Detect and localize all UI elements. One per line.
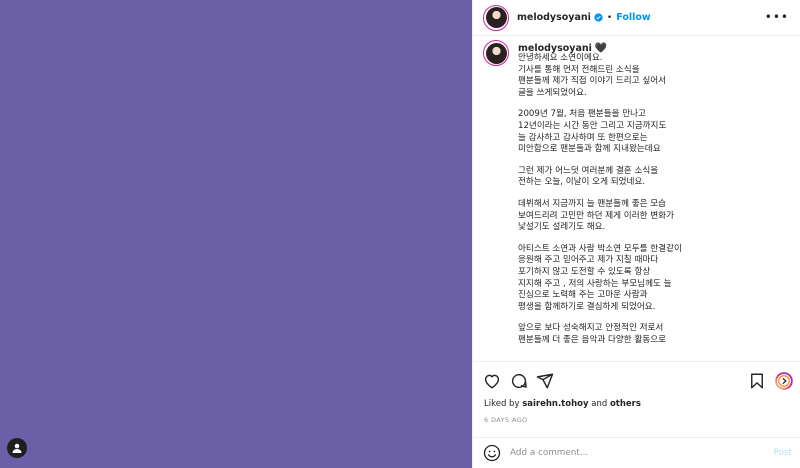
like-button[interactable]: [483, 372, 501, 390]
verified-badge-icon: [594, 13, 603, 22]
header-separator: •: [606, 12, 613, 23]
caption-line: 낯설기도 설레기도 해요.: [518, 222, 606, 233]
comment-bar: Post: [473, 437, 800, 468]
comment-icon: [511, 373, 527, 389]
caption-line: 늘 감사하고 감사하며 또 한편으로는: [518, 132, 648, 143]
liked-by-user[interactable]: sairehn.tohoy: [522, 399, 588, 409]
caption-paragraph: 앞으로 보다 성숙해지고 안정적인 저로서 팬분들께 더 좋은 음악과 다양한 …: [518, 323, 788, 346]
comment-input[interactable]: [510, 448, 750, 458]
caption-line: 팬분들께 제가 직접 이야기 드리고 싶어서: [518, 76, 667, 87]
caption-paragraph: 그런 제가 어느덧 여러분께 결혼 소식을 전하는 오늘, 이날이 오게 되었네…: [518, 166, 788, 189]
follow-button[interactable]: Follow: [616, 12, 650, 23]
post-timestamp[interactable]: 6 DAYS AGO: [484, 416, 528, 424]
caption-line: 포기하지 않고 도전할 수 있도록 항상: [518, 266, 651, 277]
caption-line: 12년이라는 시간 동안 그리고 지금까지도: [518, 120, 667, 131]
post-username[interactable]: melodysoyani: [517, 12, 591, 23]
likes-summary: Liked by sairehn.tohoy and others: [484, 399, 641, 409]
caption-line: 평생을 함께하기로 결심하게 되었어요.: [518, 301, 656, 312]
caption-avatar[interactable]: [483, 40, 509, 66]
caption-line: 기사를 통해 먼저 전해드린 소식을: [518, 64, 640, 75]
post-media[interactable]: [0, 0, 472, 468]
caption-line: 글을 쓰게되었어요.: [518, 87, 587, 98]
caption-section: melodysoyani 🖤 안녕하세요 소연이에요. 기사를 통해 먼저 전해드…: [473, 36, 800, 362]
caption-paragraph: 데뷔해서 지금까지 늘 팬분들께 좋은 모습 보여드리려 고민만 하던 제게 이…: [518, 199, 788, 234]
post-side-panel: melodysoyani • Follow ••• melodysoyani 🖤 …: [472, 0, 800, 468]
user-icon: [12, 443, 22, 453]
share-button[interactable]: [536, 372, 554, 390]
tagged-users-button[interactable]: [7, 438, 27, 458]
more-options-icon[interactable]: •••: [765, 11, 789, 23]
caption-line: 응원해 주고 믿어주고 제가 지칠 때마다: [518, 255, 659, 266]
likes-others-link[interactable]: others: [610, 399, 641, 409]
caption-line: 전하는 오늘, 이날이 오게 되었네요.: [518, 177, 646, 188]
share-icon: [536, 373, 554, 389]
heart-icon: [484, 374, 500, 389]
emoji-icon[interactable]: [483, 444, 501, 462]
caption-line: 아티스트 소연과 사람 박소연 모두를 한결같이: [518, 243, 682, 254]
save-button[interactable]: [748, 372, 766, 390]
comment-button[interactable]: [510, 372, 528, 390]
caption-line: 2009년 7월, 처음 팬분들을 만나고: [518, 109, 646, 120]
caption-line: 그런 제가 어느덧 여러분께 결혼 소식을: [518, 165, 659, 176]
caption-paragraph: 아티스트 소연과 사람 박소연 모두를 한결같이 응원해 주고 믿어주고 제가 …: [518, 244, 788, 314]
bookmark-icon: [751, 373, 763, 389]
caption-line: 지지해 주고 , 저의 사랑하는 부모님께도 늘: [518, 278, 672, 289]
caption-line: 미안함으로 팬분들과 함께 지내왔는데요: [518, 144, 661, 155]
caption-line: 보여드리려 고민만 하던 제게 이러한 변화가: [518, 210, 674, 221]
story-ring-icon: [775, 372, 793, 390]
caption-text: 안녕하세요 소연이에요. 기사를 통해 먼저 전해드린 소식을 팬분들께 제가 …: [518, 53, 788, 356]
likes-prefix: Liked by: [484, 399, 520, 409]
caption-paragraph: 2009년 7월, 처음 팬분들을 만나고 12년이라는 시간 동안 그리고 지…: [518, 109, 788, 155]
post-comment-button[interactable]: Post: [774, 448, 792, 458]
caption-line: 팬분들께 더 좋은 음악과 다양한 활동으로: [518, 334, 667, 345]
caption-line: 진심으로 노력해 주는 고마운 사람과: [518, 290, 648, 301]
post-actions: [473, 364, 800, 398]
caption-line: 데뷔해서 지금까지 늘 팬분들께 좋은 모습: [518, 198, 667, 209]
likes-conjunction: and: [591, 399, 608, 409]
post-header: melodysoyani • Follow •••: [473, 0, 800, 36]
caption-line: 앞으로 보다 성숙해지고 안정적인 저로서: [518, 323, 664, 334]
story-button[interactable]: [775, 372, 793, 390]
caption-line: 안녕하세요 소연이에요.: [518, 53, 603, 63]
avatar[interactable]: [483, 4, 509, 31]
caption-paragraph: 안녕하세요 소연이에요. 기사를 통해 먼저 전해드린 소식을 팬분들께 제가 …: [518, 53, 788, 99]
